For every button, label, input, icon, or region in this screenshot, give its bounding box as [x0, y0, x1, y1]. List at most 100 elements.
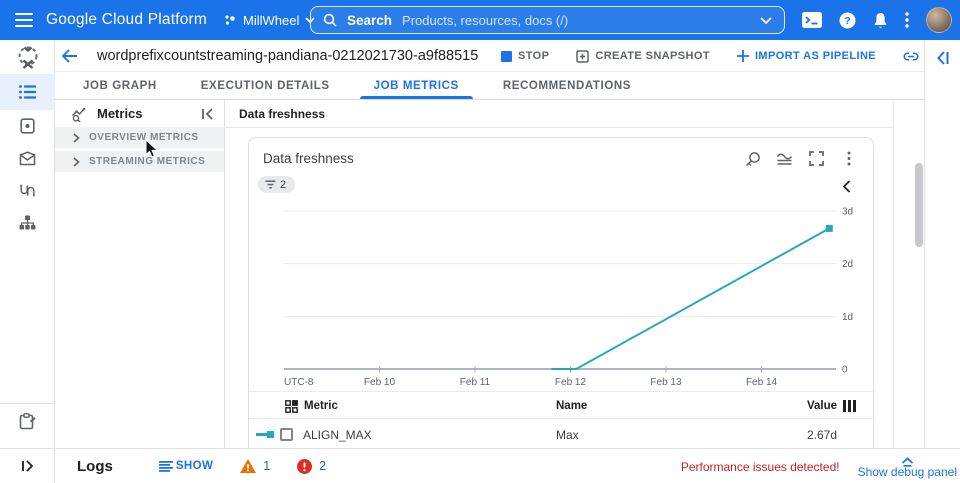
svg-text:?: ? — [844, 15, 850, 27]
chart-toolbar — [742, 148, 859, 169]
tab-job-metrics[interactable]: JOB METRICS — [352, 72, 481, 99]
logs-title: Logs — [77, 458, 113, 475]
show-logs-label: SHOW — [176, 460, 213, 472]
columns-icon[interactable] — [843, 400, 856, 412]
svg-text:Feb 12: Feb 12 — [555, 377, 587, 388]
notes-icon[interactable] — [0, 406, 55, 436]
create-snapshot-label: CREATE SNAPSHOT — [595, 50, 710, 62]
rail-item-pipelines[interactable] — [0, 174, 55, 206]
import-as-pipeline-button[interactable]: IMPORT AS PIPELINE — [737, 50, 876, 62]
smooth-lines-icon[interactable] — [774, 148, 795, 169]
snapshot-icon — [576, 50, 589, 63]
notifications-icon[interactable] — [873, 12, 888, 29]
more-vert-icon[interactable] — [838, 148, 859, 169]
metric-table-header: Metric Name Value — [249, 391, 875, 419]
show-logs-button[interactable]: SHOW — [159, 460, 213, 472]
help-icon[interactable]: ? — [839, 12, 856, 29]
cloud-shell-icon[interactable] — [802, 12, 822, 28]
search-placeholder: Products, resources, docs (/) — [402, 13, 568, 28]
job-title: wordprefixcountstreaming-pandiana-021202… — [97, 48, 478, 64]
show-debug-panel-label: Show debug panel — [858, 467, 957, 477]
svg-text:Feb 11: Feb 11 — [460, 377, 491, 388]
open-side-panel-icon[interactable] — [932, 48, 954, 68]
chevron-left-icon[interactable] — [842, 180, 851, 193]
rail-item-jobs[interactable] — [0, 74, 55, 110]
metrics-panel-header: Metrics — [55, 100, 224, 127]
avatar[interactable] — [926, 7, 952, 33]
apps-grid-icon — [285, 400, 298, 413]
pipelines-icon — [20, 183, 35, 198]
zoom-chart-icon[interactable] — [742, 148, 763, 169]
snapshots-icon — [20, 118, 35, 134]
search-label: Search — [347, 13, 392, 28]
svg-text:Feb 10: Feb 10 — [364, 377, 396, 388]
more-vert-icon[interactable] — [905, 12, 909, 28]
warning-count: 1 — [263, 459, 270, 473]
dataflow-logo-icon — [0, 42, 55, 72]
metrics-panel: Metrics OVERVIEW METRICS STREAMING METRIC… — [55, 100, 225, 448]
show-debug-panel-button[interactable]: Show debug panel — [858, 457, 957, 477]
error-count: 2 — [319, 459, 326, 473]
tab-execution-details[interactable]: EXECUTION DETAILS — [179, 72, 352, 99]
rail-items — [0, 74, 55, 238]
column-label: Name — [556, 400, 587, 412]
project-icon — [223, 13, 237, 27]
rail-item-snapshots[interactable] — [0, 110, 55, 142]
svg-text:Feb 14: Feb 14 — [746, 377, 778, 388]
warnings-badge[interactable]: 1 — [240, 459, 270, 473]
svg-text:3d: 3d — [842, 207, 853, 218]
metric-table: Metric Name Value ALIGN_MAX Max 2.67d — [249, 391, 875, 448]
chevron-right-icon — [73, 157, 80, 167]
left-icon-rail — [0, 40, 55, 483]
metrics-panel-title: Metrics — [97, 106, 192, 121]
chart-title: Data freshness — [263, 151, 354, 166]
cell-value: 2.67d — [807, 419, 837, 448]
search-icon — [323, 13, 337, 27]
table-row[interactable]: ALIGN_MAX Max 2.67d — [249, 419, 875, 448]
tab-label: JOB GRAPH — [83, 80, 157, 92]
metrics-explorer-icon — [71, 106, 88, 122]
svg-text:2d: 2d — [842, 259, 853, 270]
plus-icon — [737, 50, 749, 62]
search-input[interactable]: Search Products, resources, docs (/) — [310, 6, 785, 34]
tab-recommendations[interactable]: RECOMMENDATIONS — [481, 72, 653, 99]
collapse-panel-icon[interactable] — [201, 108, 214, 120]
search-expand-chevron-icon[interactable] — [760, 17, 772, 24]
create-snapshot-button[interactable]: CREATE SNAPSHOT — [576, 50, 710, 63]
column-header-metric: Metric — [285, 392, 338, 420]
jobs-list-icon — [19, 85, 36, 99]
series-swatch — [256, 433, 272, 436]
tab-job-graph[interactable]: JOB GRAPH — [61, 72, 179, 99]
chevron-right-icon — [73, 133, 80, 143]
scrollbar-track[interactable] — [893, 100, 924, 448]
breadcrumb: Data freshness — [225, 100, 893, 128]
expand-panel-icon[interactable] — [0, 449, 55, 483]
rail-item-sql-workspace[interactable] — [0, 206, 55, 238]
stop-button[interactable]: STOP — [501, 50, 549, 62]
job-action-buttons: STOPCREATE SNAPSHOTIMPORT AS PIPELINESHA… — [501, 40, 960, 72]
svg-text:Feb 13: Feb 13 — [650, 377, 682, 388]
row-checkbox[interactable] — [280, 428, 293, 441]
product-logo[interactable]: Google Cloud Platform — [46, 11, 207, 29]
data-freshness-chart[interactable]: Feb 10Feb 11Feb 12Feb 13Feb 14UTC-801d2d… — [249, 196, 875, 391]
scrollbar-thumb[interactable] — [915, 163, 923, 247]
fullscreen-icon[interactable] — [806, 148, 827, 169]
tab-label: EXECUTION DETAILS — [201, 80, 330, 92]
svg-text:UTC-8: UTC-8 — [284, 377, 314, 388]
cell-name: Max — [556, 419, 579, 448]
rail-item-workbench[interactable] — [0, 142, 55, 174]
menu-icon[interactable] — [4, 0, 44, 40]
cell-metric: ALIGN_MAX — [303, 419, 372, 448]
stop-label: STOP — [518, 50, 549, 62]
metrics-section-streaming-metrics[interactable]: STREAMING METRICS — [55, 151, 224, 172]
main-content: Data freshness Data freshness 2 — [225, 100, 893, 448]
filter-chip[interactable]: 2 — [258, 176, 295, 193]
errors-badge[interactable]: 2 — [297, 459, 326, 474]
back-arrow-icon[interactable] — [61, 49, 91, 63]
top-nav-bar: Google Cloud Platform MillWheel Search P… — [0, 0, 960, 40]
project-switcher[interactable]: MillWheel — [223, 13, 315, 28]
column-label: Value — [807, 400, 837, 412]
logs-bar: Logs SHOW 1 2 Performance issues detecte… — [0, 448, 960, 483]
metrics-section-overview-metrics[interactable]: OVERVIEW METRICS — [55, 127, 224, 148]
app-window: Google Cloud Platform MillWheel Search P… — [0, 0, 960, 483]
